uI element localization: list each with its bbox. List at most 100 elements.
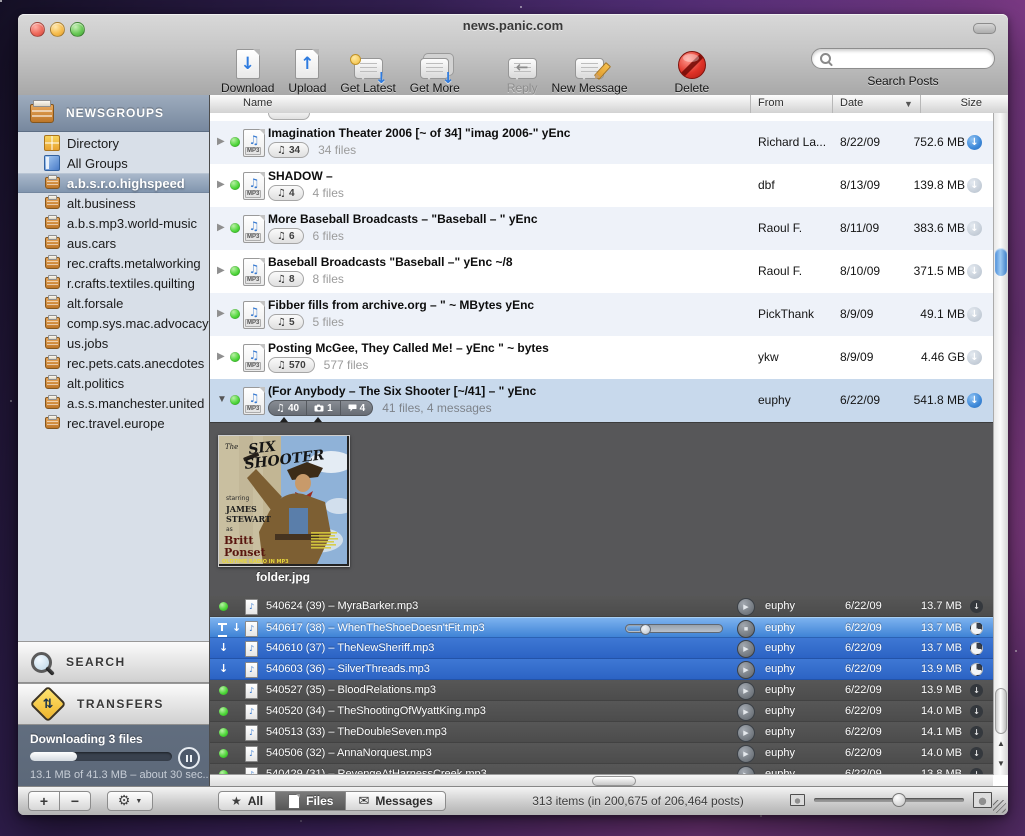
play-button[interactable]: ▶ bbox=[737, 640, 755, 658]
download-file-button[interactable]: ↓ bbox=[970, 600, 983, 613]
remove-button[interactable]: − bbox=[59, 791, 91, 811]
disclosure-collapsed-icon[interactable]: ▶ bbox=[217, 308, 225, 319]
pause-transfers-button[interactable] bbox=[178, 747, 200, 769]
disclosure-collapsed-icon[interactable]: ▶ bbox=[217, 265, 225, 276]
file-row[interactable]: ♪540513 (33) – TheDoubleSeven.mp3▶euphy6… bbox=[210, 722, 1008, 743]
queued-clock-badge[interactable] bbox=[970, 642, 983, 655]
post-group-rows: ▶♫MP3Imagination Theater 2006 [~ of 34] … bbox=[210, 121, 1008, 422]
filelist-scrollbar-thumb[interactable] bbox=[995, 688, 1007, 734]
disclosure-collapsed-icon[interactable]: ▶ bbox=[217, 222, 225, 233]
sidebar-item-rec-crafts-metalworking[interactable]: rec.crafts.metalworking bbox=[18, 253, 209, 273]
file-row[interactable]: ♪540527 (35) – BloodRelations.mp3▶euphy6… bbox=[210, 680, 1008, 701]
play-button[interactable]: ▶ bbox=[737, 598, 755, 616]
group-row[interactable]: ▶♫MP3SHADOW –♫44 filesdbf8/13/09139.8 MB… bbox=[210, 164, 1008, 207]
download-file-button[interactable]: ↓ bbox=[970, 705, 983, 718]
stop-button[interactable]: ■ bbox=[737, 620, 755, 638]
play-button[interactable]: ▶ bbox=[737, 724, 755, 742]
group-row[interactable]: ▶♫MP3Posting McGee, They Called Me! – yE… bbox=[210, 336, 1008, 379]
size-slider-thumb[interactable] bbox=[892, 793, 906, 807]
disclosure-collapsed-icon[interactable]: ▶ bbox=[217, 136, 225, 147]
upload-button[interactable]: ↑Upload bbox=[288, 45, 326, 95]
group-row[interactable]: ▶♫MP3Imagination Theater 2006 [~ of 34] … bbox=[210, 121, 1008, 164]
playback-slider-thumb[interactable] bbox=[640, 624, 651, 635]
play-button[interactable]: ▶ bbox=[737, 661, 755, 679]
add-button[interactable]: + bbox=[28, 791, 60, 811]
play-button[interactable]: ▶ bbox=[737, 682, 755, 700]
column-header-date[interactable]: Date bbox=[840, 97, 863, 109]
toolbar-toggle-lozenge[interactable] bbox=[973, 23, 996, 34]
sidebar-item-alt-forsale[interactable]: alt.forsale bbox=[18, 293, 209, 313]
sidebar-item-rec-travel-europe[interactable]: rec.travel.europe bbox=[18, 413, 209, 433]
file-row[interactable]: ↓♪540603 (36) – SilverThreads.mp3▶euphy6… bbox=[210, 659, 1008, 680]
sidebar-item-aus-cars[interactable]: aus.cars bbox=[18, 233, 209, 253]
disclosure-expanded-icon[interactable]: ▼ bbox=[217, 394, 227, 405]
content-type-badges[interactable]: ♫4014 bbox=[268, 400, 373, 416]
sidebar-item-directory[interactable]: Directory bbox=[18, 133, 209, 153]
group-row[interactable]: ▶♫MP3More Baseball Broadcasts – "Basebal… bbox=[210, 207, 1008, 250]
download-post-button[interactable]: ↓ bbox=[967, 393, 982, 408]
get-latest-button[interactable]: ↓Get Latest bbox=[340, 45, 395, 95]
scroll-up-arrow-button[interactable]: ▲ bbox=[994, 733, 1008, 753]
photo-count-badge[interactable]: 1 bbox=[306, 401, 340, 415]
download-post-button[interactable]: ↓ bbox=[967, 221, 982, 236]
group-row[interactable]: ▼♫MP3(For Anybody – The Six Shooter [~/4… bbox=[210, 379, 1008, 422]
sidebar-item-rec-pets-cats-anecdotes[interactable]: rec.pets.cats.anecdotes bbox=[18, 353, 209, 373]
column-header-from[interactable]: From bbox=[758, 97, 784, 109]
download-post-button[interactable]: ↓ bbox=[967, 307, 982, 322]
sidebar-item-a-b-s-mp3-world-music[interactable]: a.b.s.mp3.world-music bbox=[18, 213, 209, 233]
delete-icon bbox=[678, 51, 706, 79]
download-file-button[interactable]: ↓ bbox=[970, 684, 983, 697]
download-button[interactable]: ↓Download bbox=[221, 45, 274, 95]
music-count-badge[interactable]: ♫40 bbox=[269, 401, 306, 415]
playback-progress-slider[interactable] bbox=[625, 624, 723, 633]
filter-messages-button[interactable]: ✉Messages bbox=[345, 791, 445, 811]
sidebar-item-r-crafts-textiles-quilting[interactable]: r.crafts.textiles.quilting bbox=[18, 273, 209, 293]
disclosure-collapsed-icon[interactable]: ▶ bbox=[217, 351, 225, 362]
file-row[interactable]: ♪540520 (34) – TheShootingOfWyattKing.mp… bbox=[210, 701, 1008, 722]
horizontal-scrollbar-thumb[interactable] bbox=[592, 776, 636, 786]
search-section-header[interactable]: SEARCH bbox=[18, 641, 209, 683]
scroll-down-arrow-button[interactable]: ▼ bbox=[994, 753, 1008, 773]
window-resize-grip[interactable] bbox=[993, 800, 1006, 813]
sidebar-item-alt-politics[interactable]: alt.politics bbox=[18, 373, 209, 393]
transfers-section-header[interactable]: ⇅ TRANSFERS bbox=[18, 683, 209, 725]
size-slider-track[interactable] bbox=[814, 798, 964, 802]
file-row[interactable]: ♪540506 (32) – AnnaNorquest.mp3▶euphy6/2… bbox=[210, 743, 1008, 764]
download-post-button[interactable]: ↓ bbox=[967, 135, 982, 150]
sidebar-item-a-s-s-manchester-united[interactable]: a.s.s.manchester.united bbox=[18, 393, 209, 413]
download-file-button[interactable]: ↓ bbox=[970, 726, 983, 739]
vertical-scrollbar-thumb[interactable] bbox=[995, 248, 1007, 276]
vertical-scrollbar[interactable]: ▲ ▼ bbox=[993, 113, 1008, 775]
play-button[interactable]: ▶ bbox=[737, 703, 755, 721]
new-message-button[interactable]: New Message bbox=[551, 45, 627, 95]
queued-clock-badge[interactable] bbox=[970, 622, 983, 635]
preview-thumbnail[interactable]: The SIX SHOOTER starring JAMES STEWART a… bbox=[218, 435, 350, 567]
download-post-button[interactable]: ↓ bbox=[967, 264, 982, 279]
sidebar-item-a-b-s-r-o-highspeed[interactable]: a.b.s.r.o.highspeed bbox=[18, 173, 209, 193]
play-button[interactable]: ▶ bbox=[737, 745, 755, 763]
action-gear-button[interactable]: ⚙ ▼ bbox=[107, 791, 153, 811]
download-post-button[interactable]: ↓ bbox=[967, 350, 982, 365]
sidebar-item-us-jobs[interactable]: us.jobs bbox=[18, 333, 209, 353]
filter-all-button[interactable]: ★All bbox=[218, 791, 276, 811]
sidebar-item-alt-business[interactable]: alt.business bbox=[18, 193, 209, 213]
queued-clock-badge[interactable] bbox=[970, 663, 983, 676]
delete-button[interactable]: Delete bbox=[675, 45, 710, 95]
group-row[interactable]: ▶♫MP3Fibber fills from archive.org – " ~… bbox=[210, 293, 1008, 336]
download-post-button[interactable]: ↓ bbox=[967, 178, 982, 193]
newsgroups-section-header[interactable]: NEWSGROUPS bbox=[18, 95, 209, 132]
download-file-button[interactable]: ↓ bbox=[970, 747, 983, 760]
column-header-name[interactable]: Name bbox=[243, 97, 272, 109]
search-input[interactable] bbox=[811, 48, 995, 69]
sidebar-item-comp-sys-mac-advocacy[interactable]: comp.sys.mac.advocacy bbox=[18, 313, 209, 333]
filter-files-button[interactable]: Files bbox=[275, 791, 346, 811]
message-count-badge[interactable]: 4 bbox=[340, 401, 373, 415]
file-row[interactable]: ↓♪540617 (38) – WhenTheShoeDoesn'tFit.mp… bbox=[210, 617, 1008, 638]
group-row[interactable]: ▶♫MP3Baseball Broadcasts "Baseball –" yE… bbox=[210, 250, 1008, 293]
file-row[interactable]: ↓♪540610 (37) – TheNewSheriff.mp3▶euphy6… bbox=[210, 638, 1008, 659]
file-row[interactable]: ♪540624 (39) – MyraBarker.mp3▶euphy6/22/… bbox=[210, 596, 1008, 617]
get-more-button[interactable]: ↓Get More bbox=[410, 45, 460, 95]
sidebar-item-all-groups[interactable]: All Groups bbox=[18, 153, 209, 173]
column-header-size[interactable]: Size bbox=[961, 97, 982, 109]
disclosure-collapsed-icon[interactable]: ▶ bbox=[217, 179, 225, 190]
